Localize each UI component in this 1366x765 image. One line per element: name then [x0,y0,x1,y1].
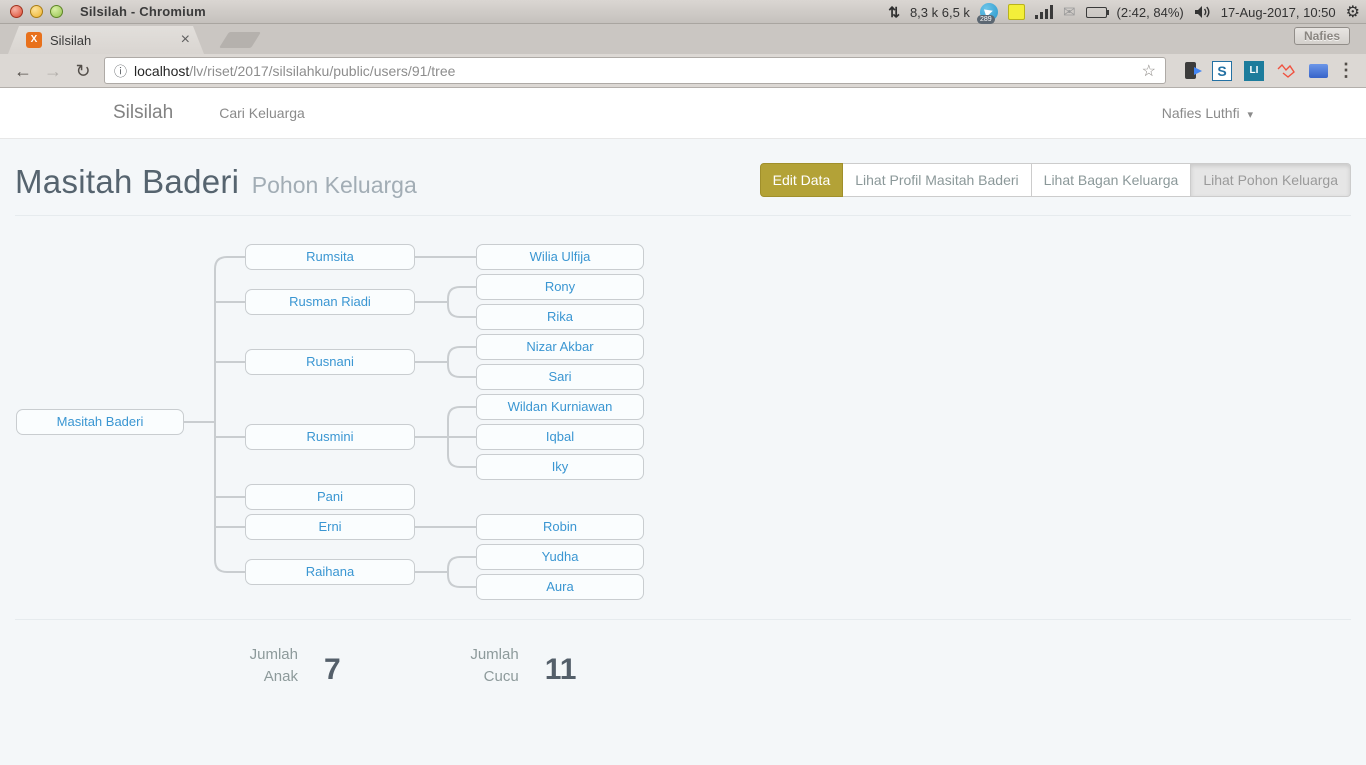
url-path: /lv/riset/2017/silsilahku/public/users/9… [189,63,455,79]
arrow-icon [1194,67,1202,75]
chevron-down-icon: ▾ [1247,109,1253,121]
tree-node-grandchild[interactable]: Rika [476,304,644,330]
browser-tabstrip: X Silsilah × Nafies [0,24,1366,54]
url-host: localhost [134,63,189,79]
tree-node-grandchild[interactable]: Iqbal [476,424,644,450]
tree-node-child[interactable]: Rusnani [245,349,415,375]
lihat-bagan-button[interactable]: Lihat Bagan Keluarga [1032,163,1192,197]
tree-node-child[interactable]: Raihana [245,559,415,585]
extension-s-icon[interactable]: S [1211,60,1233,82]
tree-node-child[interactable]: Rusman Riadi [245,289,415,315]
page-title: Masitah Baderi [15,163,239,200]
stat-value: 7 [324,653,341,688]
tree-node-grandchild[interactable]: Wildan Kurniawan [476,394,644,420]
user-dropdown[interactable]: Nafies Luthfi ▾ [1162,105,1253,121]
page-subtitle: Pohon Keluarga [252,172,417,198]
xampp-favicon: X [26,32,42,48]
window-title: Silsilah - Chromium [80,4,206,19]
network-rate-text: 8,3 k 6,5 k [910,5,970,20]
window-maximize-button[interactable] [50,5,63,18]
navbar-brand[interactable]: Silsilah [113,102,173,124]
browser-toolbar: ← → ↻ ⓘ localhost/lv/riset/2017/silsilah… [0,54,1366,88]
tree-node-child[interactable]: Erni [245,514,415,540]
back-button[interactable]: ← [10,58,36,84]
extension-laravel-icon[interactable] [1275,60,1297,82]
stat-jumlah-anak: Jumlah Anak 7 [230,644,341,688]
tree-node-grandchild[interactable]: Sari [476,364,644,390]
action-button-group: Edit Data Lihat Profil Masitah Baderi Li… [760,163,1351,197]
messenger-indicator-icon[interactable]: 289 [980,3,998,21]
browser-tab-silsilah[interactable]: X Silsilah × [8,26,204,54]
window-minimize-button[interactable] [30,5,43,18]
address-bar[interactable]: ⓘ localhost/lv/riset/2017/silsilahku/pub… [104,57,1166,84]
tree-node-grandchild[interactable]: Aura [476,574,644,600]
gear-icon[interactable]: ⚙ [1346,2,1360,22]
system-tray: ⇅ 8,3 k 6,5 k 289 ✉ (2:42, 84%) 17-Aug-2… [888,0,1360,24]
new-tab-button[interactable] [219,32,261,48]
clock-text[interactable]: 17-Aug-2017, 10:50 [1221,5,1336,20]
tree-node-grandchild[interactable]: Nizar Akbar [476,334,644,360]
edit-data-button[interactable]: Edit Data [760,163,844,197]
forward-button[interactable]: → [40,58,66,84]
tab-title: Silsilah [50,33,181,48]
tree-node-grandchild[interactable]: Iky [476,454,644,480]
volume-icon[interactable] [1194,5,1211,19]
tree-node-grandchild[interactable]: Rony [476,274,644,300]
tree-node-child[interactable]: Rumsita [245,244,415,270]
tree-node-grandchild[interactable]: Yudha [476,544,644,570]
notes-indicator-icon[interactable] [1008,4,1025,20]
stat-label: Jumlah Cucu [451,644,519,688]
extension-box-icon[interactable] [1307,60,1329,82]
lihat-profil-button[interactable]: Lihat Profil Masitah Baderi [843,163,1031,197]
summary-divider [15,619,1351,620]
family-tree: Masitah Baderi Rumsita Rusman Riadi Rusn… [0,235,1366,603]
stat-value: 11 [545,653,577,688]
tree-node-grandchild[interactable]: Robin [476,514,644,540]
navbar-link-cari-keluarga[interactable]: Cari Keluarga [219,105,305,121]
tree-node-grandchild[interactable]: Wilia Ulfija [476,244,644,270]
reload-button[interactable]: ↻ [70,58,96,84]
page-content: Masitah Baderi Pohon Keluarga Edit Data … [0,139,1366,748]
os-titlebar: Silsilah - Chromium ⇅ 8,3 k 6,5 k 289 ✉ … [0,0,1366,24]
signal-strength-icon[interactable] [1035,5,1053,19]
site-info-icon[interactable]: ⓘ [114,61,127,80]
messenger-badge: 289 [977,15,995,24]
tab-close-icon[interactable]: × [181,32,190,48]
mail-indicator-icon[interactable]: ✉ [1063,3,1076,21]
window-controls [10,5,63,18]
user-name: Nafies Luthfi [1162,105,1240,121]
extension-mobile-view-icon[interactable] [1179,60,1201,82]
lihat-pohon-button[interactable]: Lihat Pohon Keluarga [1191,163,1351,197]
tree-node-child[interactable]: Rusmini [245,424,415,450]
summary-stats: Jumlah Anak 7 Jumlah Cucu 11 [15,644,1351,748]
username-tooltip: Nafies [1294,27,1350,45]
window-close-button[interactable] [10,5,23,18]
app-navbar: Silsilah Cari Keluarga Nafies Luthfi ▾ [0,88,1366,139]
browser-menu-icon[interactable]: ⋮ [1336,60,1356,81]
tree-node-child[interactable]: Pani [245,484,415,510]
stat-jumlah-cucu: Jumlah Cucu 11 [451,644,577,688]
battery-status-text: (2:42, 84%) [1117,5,1184,20]
network-updown-icon[interactable]: ⇅ [888,4,900,21]
stat-label: Jumlah Anak [230,644,298,688]
tree-node-root[interactable]: Masitah Baderi [16,409,184,435]
battery-icon[interactable] [1086,7,1107,18]
header-divider [15,215,1351,216]
extension-li-icon[interactable]: LI [1243,60,1265,82]
bookmark-star-icon[interactable]: ☆ [1142,61,1156,81]
tree-connectors [0,235,1366,603]
battery-nub [1107,10,1109,15]
